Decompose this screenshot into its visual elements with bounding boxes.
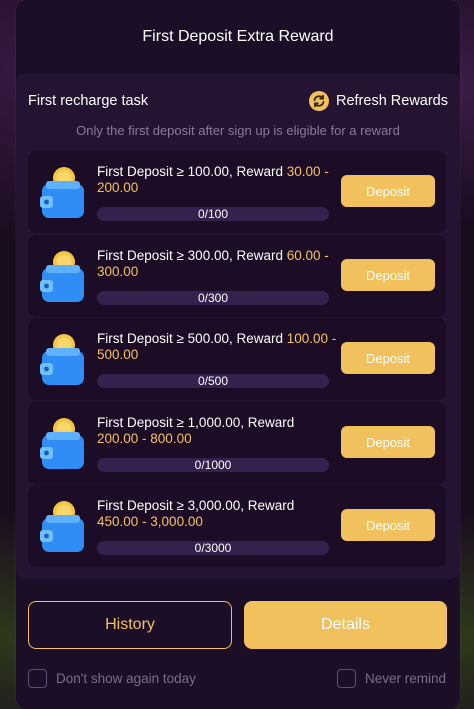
task-reward: 450.00 - 3,000.00 (97, 514, 203, 529)
progress-bar: 0/1000 (97, 458, 329, 472)
task-card: First Deposit ≥ 300.00, Reward 60.00 - 3… (28, 235, 446, 317)
task-card: First Deposit ≥ 1,000.00, Reward 200.00 … (28, 402, 446, 484)
wallet-coin-icon (40, 251, 84, 302)
task-description: First Deposit ≥ 500.00, Reward 100.00 - … (97, 331, 337, 362)
deposit-button[interactable]: Deposit (341, 342, 435, 374)
task-description: First Deposit ≥ 1,000.00, Reward 200.00 … (97, 415, 295, 446)
progress-label: 0/1000 (194, 458, 232, 472)
progress-bar: 0/500 (97, 374, 329, 388)
task-reward: 200.00 - 800.00 (97, 431, 192, 446)
progress-label: 0/3000 (194, 541, 232, 555)
never-remind-checkbox[interactable] (337, 669, 356, 688)
task-description: First Deposit ≥ 300.00, Reward 60.00 - 3… (97, 248, 329, 279)
refresh-label: Refresh Rewards (335, 93, 448, 109)
progress-bar: 0/3000 (97, 541, 329, 555)
dont-show-today-checkbox[interactable] (28, 669, 47, 688)
details-button[interactable]: Details (244, 601, 447, 649)
history-button[interactable]: History (28, 601, 232, 649)
progress-label: 0/100 (197, 207, 229, 221)
dont-show-today-option[interactable]: Don't show again today (28, 669, 196, 688)
deposit-button[interactable]: Deposit (341, 426, 435, 458)
dont-show-today-label: Don't show again today (56, 671, 196, 686)
never-remind-option[interactable]: Never remind (337, 669, 446, 688)
progress-bar: 0/300 (97, 291, 329, 305)
task-card: First Deposit ≥ 500.00, Reward 100.00 - … (28, 318, 446, 400)
deposit-button[interactable]: Deposit (341, 175, 435, 207)
task-card: First Deposit ≥ 3,000.00, Reward 450.00 … (28, 485, 446, 567)
wallet-coin-icon (40, 501, 84, 552)
wallet-coin-icon (40, 418, 84, 469)
wallet-coin-icon (40, 334, 84, 385)
deposit-button[interactable]: Deposit (341, 259, 435, 291)
refresh-rewards-button[interactable]: Refresh Rewards (308, 91, 448, 111)
task-description: First Deposit ≥ 100.00, Reward 30.00 - 2… (97, 164, 329, 195)
refresh-icon (308, 91, 329, 111)
progress-label: 0/300 (197, 291, 229, 305)
never-remind-label: Never remind (365, 671, 447, 686)
modal-title: First Deposit Extra Reward (142, 28, 334, 45)
deposit-button[interactable]: Deposit (341, 509, 435, 541)
task-description: First Deposit ≥ 3,000.00, Reward 450.00 … (97, 498, 295, 529)
eligibility-note: Only the first deposit after sign up is … (76, 123, 400, 138)
wallet-coin-icon (40, 167, 84, 218)
task-card: First Deposit ≥ 100.00, Reward 30.00 - 2… (28, 151, 446, 233)
reward-modal: First Deposit Extra Reward First recharg… (16, 0, 460, 709)
task-title: First recharge task (28, 93, 149, 109)
task-panel: First recharge task Refresh Rewards Only… (16, 73, 460, 579)
progress-label: 0/500 (197, 374, 229, 388)
progress-bar: 0/100 (97, 207, 329, 221)
